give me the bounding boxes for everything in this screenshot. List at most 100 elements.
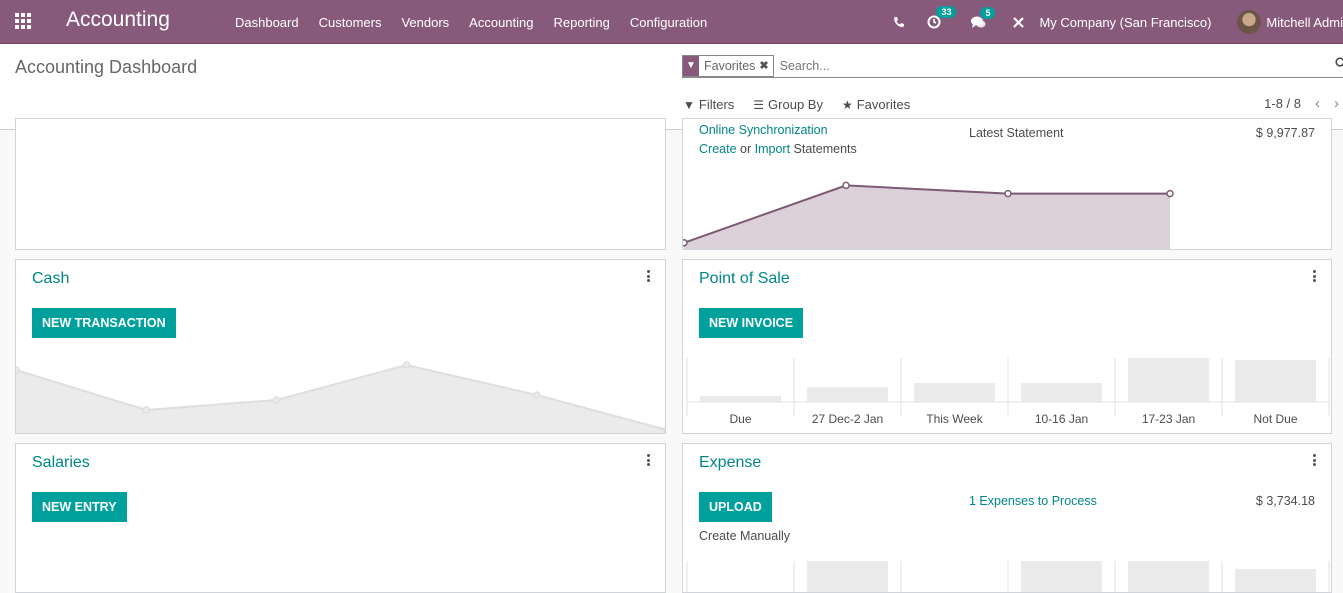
import-link[interactable]: Import [755, 142, 790, 156]
favorites-button[interactable]: ★ Favorites [842, 97, 910, 112]
journal-card-top-left [15, 118, 666, 250]
latest-statement-label: Latest Statement [969, 126, 1064, 140]
pager-next-icon[interactable]: › [1334, 95, 1339, 112]
chart-point [402, 361, 411, 369]
top-navbar: Accounting Dashboard Customers Vendors A… [0, 0, 1343, 44]
phone-button[interactable] [893, 16, 905, 28]
menu-vendors[interactable]: Vendors [391, 15, 459, 30]
pager-value[interactable]: 1-8 / 8 [1264, 96, 1301, 111]
chart-x-label: Due [729, 412, 751, 426]
chart-point [1004, 189, 1012, 198]
activities-button[interactable]: 33 [927, 6, 957, 29]
menu-customers[interactable]: Customers [309, 15, 392, 30]
search-options: ▼ Filters ☰ Group By ★ Favorites [683, 97, 929, 112]
journal-card-expense: Expense UPLOAD Create Manually 1 Expense… [682, 443, 1332, 593]
messages-badge: 5 [980, 6, 996, 19]
create-manually-link[interactable]: Create Manually [699, 529, 790, 543]
chart-x-label: This Week [926, 412, 983, 426]
new-transaction-button[interactable]: NEW TRANSACTION [32, 308, 176, 338]
new-invoice-button[interactable]: NEW INVOICE [699, 308, 804, 338]
star-icon: ★ [841, 97, 853, 112]
pager: 1-8 / 8 ‹ › [1264, 95, 1343, 112]
chart-point [842, 181, 850, 190]
activities-badge: 33 [936, 6, 957, 18]
create-link[interactable]: Create [699, 142, 737, 156]
pager-previous-icon[interactable]: ‹ [1315, 95, 1320, 112]
search-facet-favorites[interactable]: ▼ Favorites ✖ [682, 54, 774, 77]
chart-point [272, 396, 281, 404]
chart-point [16, 366, 20, 374]
group-by-label: Group By [768, 97, 823, 112]
chart-bar [807, 561, 888, 592]
card-title[interactable]: Cash [32, 270, 69, 288]
journal-card-salaries: Salaries NEW ENTRY [15, 443, 666, 593]
filters-label: Filters [698, 97, 735, 112]
app-title: Accounting [66, 8, 170, 31]
card-title[interactable]: Point of Sale [699, 270, 790, 288]
main-menu: Dashboard Customers Vendors Accounting R… [225, 0, 717, 44]
card-menu-icon[interactable] [647, 270, 651, 282]
journal-card-bank: Online Synchronization Create or Import … [682, 118, 1332, 250]
create-import-row: Create or Import Statements [699, 142, 857, 156]
bars-icon: ☰ [753, 97, 765, 112]
card-title[interactable]: Salaries [32, 454, 90, 472]
messages-button[interactable]: 5 [971, 6, 996, 29]
chart-bar [1021, 561, 1102, 592]
chart-point [142, 406, 150, 414]
company-switcher[interactable]: My Company (San Francisco) [1039, 15, 1211, 30]
page-title: Accounting Dashboard [15, 57, 198, 77]
expenses-to-process-link[interactable]: 1 Expenses to Process [969, 494, 1097, 508]
menu-reporting[interactable]: Reporting [544, 15, 620, 30]
chart-bar [700, 396, 781, 402]
user-name: Mitchell Admi [1266, 14, 1343, 30]
chart-bar [914, 383, 995, 402]
search-input[interactable] [773, 58, 1343, 73]
debug-tools-button[interactable] [1012, 16, 1025, 29]
chart-bar [1021, 383, 1102, 402]
new-entry-button[interactable]: NEW ENTRY [32, 492, 127, 522]
card-menu-icon[interactable] [1313, 454, 1317, 466]
card-title[interactable]: Expense [699, 454, 761, 472]
search-bar: ▼ Favorites ✖ [682, 54, 1343, 78]
group-by-button[interactable]: ☰ Group By [753, 97, 823, 112]
chart-bar [807, 387, 888, 402]
menu-dashboard[interactable]: Dashboard [225, 15, 309, 30]
facet-label: Favorites [704, 58, 756, 73]
chart-point [533, 391, 541, 399]
or-text: or [740, 142, 752, 156]
pos-aging-chart: Due 27 Dec-2 Jan This Week 10-16 Jan 17-23 J… [686, 358, 1330, 426]
chart-point [663, 426, 665, 433]
chart-bar [1235, 569, 1316, 592]
app-menu-icon[interactable] [15, 13, 33, 29]
card-menu-icon[interactable] [1313, 270, 1317, 282]
journal-card-point-of-sale: Point of Sale NEW INVOICE Due 27 Dec-2 Ja… [682, 259, 1332, 434]
filter-icon: ▼ [683, 55, 699, 76]
chart-x-label: 27 Dec-2 Jan [812, 412, 883, 426]
chart-point [1166, 189, 1174, 198]
chart-x-label: 10-16 Jan [1035, 412, 1088, 426]
chart-bar [1235, 360, 1316, 402]
menu-accounting[interactable]: Accounting [459, 15, 543, 30]
bank-balance-chart [683, 181, 1174, 249]
journal-card-cash: Cash NEW TRANSACTION [15, 259, 666, 434]
filters-button[interactable]: ▼ Filters [683, 97, 734, 112]
chart-point [683, 239, 688, 247]
filter-icon: ▼ [683, 97, 695, 112]
upload-button[interactable]: UPLOAD [699, 492, 772, 522]
remove-facet-icon[interactable]: ✖ [759, 59, 772, 72]
search-icon[interactable] [1335, 57, 1343, 69]
company-name: My Company (San Francisco) [1039, 14, 1212, 30]
chart-x-label: 17-23 Jan [1142, 412, 1195, 426]
card-menu-icon[interactable] [647, 454, 651, 466]
user-menu[interactable]: Mitchell Admi [1237, 10, 1343, 34]
chart-x-label: Not Due [1253, 412, 1297, 426]
menu-configuration[interactable]: Configuration [620, 15, 717, 30]
chart-bar [1128, 358, 1209, 402]
systray: 33 5 My Company (San Francisco) Mitchell… [893, 0, 1343, 44]
user-avatar [1237, 10, 1262, 34]
tools-icon [1013, 16, 1025, 28]
cash-chart [16, 361, 665, 433]
online-sync-link[interactable]: Online Synchronization [699, 123, 828, 137]
expense-chart [686, 561, 1330, 592]
phone-icon [894, 17, 905, 28]
